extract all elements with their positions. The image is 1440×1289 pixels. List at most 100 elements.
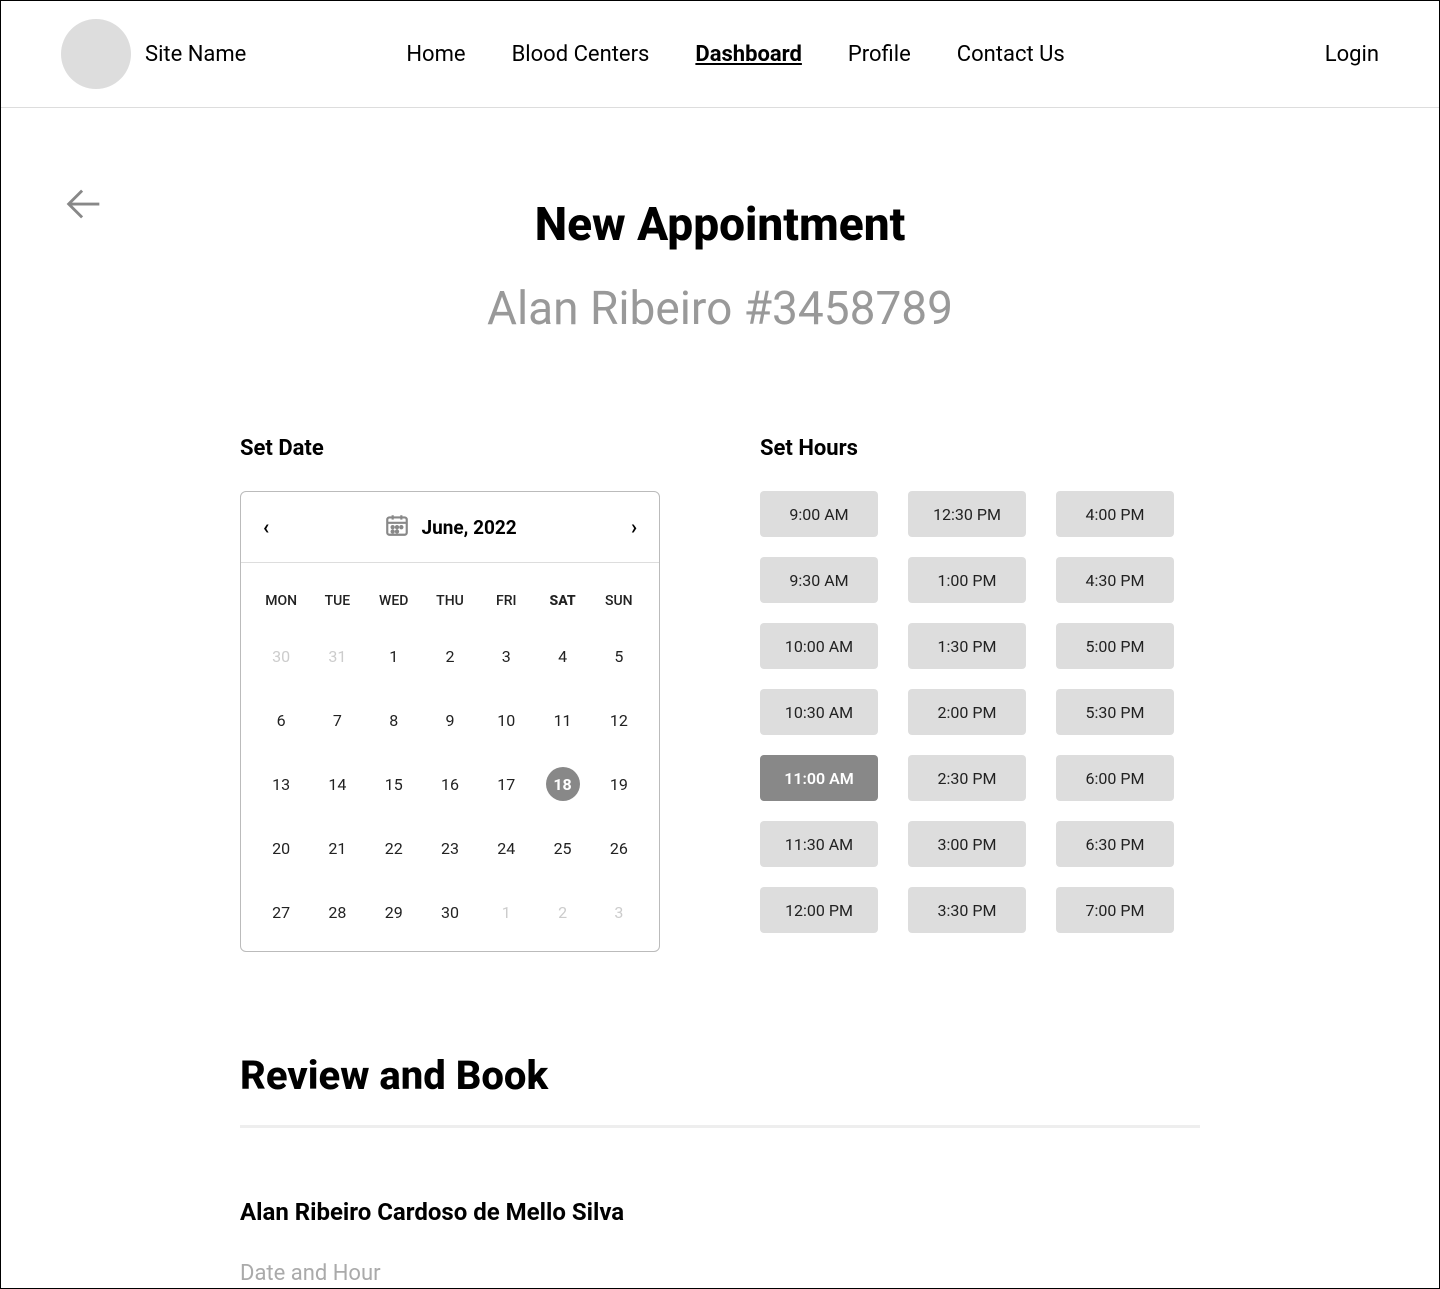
calendar-day[interactable]: 4 (534, 639, 590, 673)
title-block: New Appointment Alan Ribeiro #3458789 (1, 198, 1439, 336)
time-slot[interactable]: 9:30 AM (760, 557, 878, 603)
calendar-day[interactable]: 23 (422, 831, 478, 865)
calendar-day[interactable]: 28 (309, 895, 365, 929)
time-slot[interactable]: 9:00 AM (760, 491, 878, 537)
calendar-day[interactable]: 17 (478, 767, 534, 801)
set-hours-section: Set Hours 9:00 AM 9:30 AM 10:00 AM 10:30 AM… (760, 436, 1200, 952)
main-nav: Home Blood Centers Dashboard Profile Con… (406, 42, 1064, 67)
chevron-left-icon: ‹ (263, 515, 269, 539)
site-name: Site Name (145, 42, 246, 67)
hours-columns: 9:00 AM 9:30 AM 10:00 AM 10:30 AM 11:00 AM 11… (760, 491, 1200, 933)
calendar-day[interactable]: 3 (591, 895, 647, 929)
nav-dashboard[interactable]: Dashboard (695, 42, 802, 67)
calendar-day[interactable]: 27 (253, 895, 309, 929)
calendar-day[interactable]: 21 (309, 831, 365, 865)
arrow-left-icon (61, 212, 107, 231)
review-divider (240, 1125, 1200, 1128)
calendar-grid: MONTUEWEDTHUFRISATSUN3031123456789101112… (241, 563, 659, 951)
set-hours-label: Set Hours (760, 436, 1200, 461)
time-slot[interactable]: 1:30 PM (908, 623, 1026, 669)
calendar-day[interactable]: 2 (534, 895, 590, 929)
calendar-day[interactable]: 12 (591, 703, 647, 737)
time-slot[interactable]: 10:30 AM (760, 689, 878, 735)
time-slot[interactable]: 12:30 PM (908, 491, 1026, 537)
nav-contact[interactable]: Contact Us (957, 42, 1065, 67)
calendar-day[interactable]: 30 (253, 639, 309, 673)
time-slot[interactable]: 4:30 PM (1056, 557, 1174, 603)
nav-blood-centers[interactable]: Blood Centers (512, 42, 650, 67)
calendar-prev-button[interactable]: ‹ (263, 515, 269, 539)
site-logo (61, 19, 131, 89)
calendar-day[interactable]: 7 (309, 703, 365, 737)
time-slot[interactable]: 2:30 PM (908, 755, 1026, 801)
time-slot[interactable]: 6:30 PM (1056, 821, 1174, 867)
time-slot[interactable]: 2:00 PM (908, 689, 1026, 735)
calendar-title-wrap: June, 2022 (384, 512, 517, 542)
calendar-day[interactable]: 22 (366, 831, 422, 865)
calendar-day[interactable]: 11 (534, 703, 590, 737)
nav-profile[interactable]: Profile (848, 42, 911, 67)
nav-home[interactable]: Home (406, 42, 465, 67)
calendar-day[interactable]: 6 (253, 703, 309, 737)
calendar-day[interactable]: 5 (591, 639, 647, 673)
time-slot[interactable]: 5:30 PM (1056, 689, 1174, 735)
patient-id-line: Alan Ribeiro #3458789 (1, 282, 1439, 336)
calendar-dow: MON (253, 593, 309, 609)
hour-column: 9:00 AM 9:30 AM 10:00 AM 10:30 AM 11:00 AM 11… (760, 491, 878, 933)
time-slot[interactable]: 3:30 PM (908, 887, 1026, 933)
calendar-dow: TUE (309, 593, 365, 609)
time-slot[interactable]: 1:00 PM (908, 557, 1026, 603)
calendar-dow: THU (422, 593, 478, 609)
time-slot[interactable]: 3:00 PM (908, 821, 1026, 867)
calendar-day[interactable]: 10 (478, 703, 534, 737)
calendar-day[interactable]: 18 (534, 767, 590, 801)
calendar-day[interactable]: 31 (309, 639, 365, 673)
review-heading: Review and Book (240, 1052, 1200, 1099)
calendar-day[interactable]: 1 (366, 639, 422, 673)
calendar-day[interactable]: 16 (422, 767, 478, 801)
hour-column: 4:00 PM 4:30 PM 5:00 PM 5:30 PM 6:00 PM 6:30 … (1056, 491, 1174, 933)
time-slot[interactable]: 6:00 PM (1056, 755, 1174, 801)
back-button[interactable] (61, 181, 107, 231)
calendar-next-button[interactable]: › (631, 515, 637, 539)
time-slot[interactable]: 5:00 PM (1056, 623, 1174, 669)
calendar-day[interactable]: 26 (591, 831, 647, 865)
calendar-dow: SAT (534, 593, 590, 609)
calendar-day[interactable]: 25 (534, 831, 590, 865)
time-slot[interactable]: 11:30 AM (760, 821, 878, 867)
calendar-dow: FRI (478, 593, 534, 609)
content: Set Date ‹ June, 2022 › MONTUEWEDTHUFRIS… (240, 436, 1200, 952)
time-slot[interactable]: 10:00 AM (760, 623, 878, 669)
calendar-dow: SUN (591, 593, 647, 609)
time-slot[interactable]: 7:00 PM (1056, 887, 1174, 933)
review-full-name: Alan Ribeiro Cardoso de Mello Silva (240, 1198, 1200, 1226)
calendar-day[interactable]: 29 (366, 895, 422, 929)
calendar-icon (384, 512, 410, 542)
calendar-day[interactable]: 15 (366, 767, 422, 801)
set-date-section: Set Date ‹ June, 2022 › MONTUEWEDTHUFRIS… (240, 436, 680, 952)
calendar-day[interactable]: 2 (422, 639, 478, 673)
review-section: Review and Book Alan Ribeiro Cardoso de … (240, 1052, 1200, 1289)
time-slot[interactable]: 4:00 PM (1056, 491, 1174, 537)
calendar-dow: WED (366, 593, 422, 609)
hour-column: 12:30 PM 1:00 PM 1:30 PM 2:00 PM 2:30 PM 3:00… (908, 491, 1026, 933)
calendar-day[interactable]: 13 (253, 767, 309, 801)
calendar-day[interactable]: 30 (422, 895, 478, 929)
calendar-day[interactable]: 19 (591, 767, 647, 801)
login-link[interactable]: Login (1325, 42, 1379, 67)
calendar-day[interactable]: 14 (309, 767, 365, 801)
calendar: ‹ June, 2022 › MONTUEWEDTHUFRISATSUN3031… (240, 491, 660, 952)
time-slot[interactable]: 12:00 PM (760, 887, 878, 933)
chevron-right-icon: › (631, 515, 637, 539)
calendar-day[interactable]: 1 (478, 895, 534, 929)
calendar-day[interactable]: 20 (253, 831, 309, 865)
calendar-day[interactable]: 9 (422, 703, 478, 737)
header: Site Name Home Blood Centers Dashboard P… (1, 1, 1439, 108)
calendar-day[interactable]: 3 (478, 639, 534, 673)
calendar-header: ‹ June, 2022 › (241, 492, 659, 563)
set-date-label: Set Date (240, 436, 680, 461)
time-slot[interactable]: 11:00 AM (760, 755, 878, 801)
calendar-month-label: June, 2022 (422, 516, 517, 539)
calendar-day[interactable]: 24 (478, 831, 534, 865)
calendar-day[interactable]: 8 (366, 703, 422, 737)
